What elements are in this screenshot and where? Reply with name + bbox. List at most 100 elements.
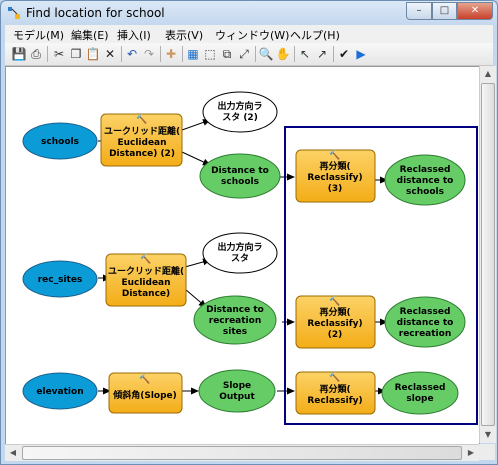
- minimize-button[interactable]: –: [406, 2, 432, 20]
- scroll-down-icon[interactable]: ▼: [480, 427, 496, 443]
- tool-label: 再分類(: [319, 160, 350, 172]
- derived-label: スタ: [231, 252, 249, 264]
- menu-view[interactable]: 表示(V): [165, 27, 203, 43]
- add-data-icon[interactable]: ✚: [163, 46, 179, 62]
- menu-window[interactable]: ウィンドウ(W): [215, 27, 289, 43]
- output-label: slope: [406, 394, 433, 404]
- connector: [184, 288, 207, 308]
- tool-label: ユークリッド距離(: [108, 265, 184, 277]
- output-label: Reclassed: [400, 307, 451, 317]
- toolbar-separator: [255, 46, 256, 62]
- toolbar-separator: [47, 46, 48, 62]
- derived-output-direction-2[interactable]: 出力方向ラ スタ (2): [202, 91, 278, 133]
- close-button[interactable]: ✕: [457, 2, 493, 20]
- tool-label: ユークリッド距離(: [104, 125, 180, 137]
- hammer-icon: 🔨: [329, 149, 340, 161]
- toolbar-separator: [182, 46, 183, 62]
- window-title: Find location for school: [26, 6, 165, 20]
- run-icon[interactable]: ▶: [353, 46, 369, 62]
- output-label: Distance to: [211, 166, 269, 176]
- hammer-icon: 🔨: [329, 371, 340, 383]
- cut-icon[interactable]: ✂: [51, 46, 67, 62]
- delete-icon[interactable]: ✕: [102, 46, 118, 62]
- tool-label: Reclassify): [307, 319, 362, 329]
- derived-label: 出力方向ラ: [217, 100, 262, 112]
- toolbar-separator: [121, 46, 122, 62]
- output-reclassed-distance-to-recreation[interactable]: Reclassed distance to recreation: [384, 296, 466, 348]
- tool-label: Euclidean: [117, 138, 166, 148]
- output-label: distance to: [397, 318, 454, 328]
- scroll-thumb[interactable]: [22, 446, 462, 460]
- validate-icon[interactable]: ✔: [336, 46, 352, 62]
- tool-label: 傾斜角(Slope): [112, 389, 177, 401]
- paste-icon[interactable]: 📋: [85, 46, 101, 62]
- tool-label: Distance): [122, 289, 170, 299]
- input-label: schools: [41, 137, 79, 147]
- derived-output-direction[interactable]: 出力方向ラ スタ: [202, 232, 278, 274]
- tool-label: (2): [328, 330, 343, 340]
- output-label: sites: [223, 327, 247, 337]
- fixed-zoom-in-icon[interactable]: ⧉: [219, 46, 235, 62]
- menu-bar: モデル(M) 編集(E) 挿入(I) 表示(V) ウィンドウ(W) ヘルプ(H): [5, 25, 493, 43]
- tool-euclidean-distance-2[interactable]: 🔨 ユークリッド距離( Euclidean Distance) (2): [100, 113, 183, 167]
- application-window: Find location for school – □ ✕ モデル(M) 編集…: [0, 0, 498, 465]
- tool-reclassify-3[interactable]: 🔨 再分類( Reclassify) (3): [295, 149, 376, 203]
- output-reclassed-distance-to-schools[interactable]: Reclassed distance to schools: [384, 154, 466, 206]
- title-bar[interactable]: Find location for school – □ ✕: [1, 1, 497, 25]
- select-icon[interactable]: ↖: [297, 46, 313, 62]
- toolbar: 💾 ⎙ ✂ ❐ 📋 ✕ ↶ ↷ ✚ ▦ ⬚ ⧉ ⤢ 🔍 ✋ ↖ ↗ ✔ ▶: [5, 43, 493, 66]
- output-reclassed-slope[interactable]: Reclassed slope: [381, 371, 459, 415]
- scroll-right-icon[interactable]: ▶: [463, 445, 479, 461]
- scroll-thumb[interactable]: [481, 83, 495, 426]
- output-label: recreation: [399, 329, 451, 339]
- tool-label: Reclassify): [307, 396, 362, 406]
- tool-reclassify-2[interactable]: 🔨 再分類( Reclassify) (2): [295, 295, 376, 349]
- derived-label: 出力方向ラ: [217, 241, 262, 253]
- output-distance-to-schools[interactable]: Distance to schools: [199, 153, 281, 199]
- menu-help[interactable]: ヘルプ(H): [290, 27, 340, 43]
- pan-icon[interactable]: ✋: [275, 46, 291, 62]
- tool-reclassify[interactable]: 🔨 再分類( Reclassify): [295, 371, 376, 415]
- model-icon: [8, 7, 20, 19]
- vertical-scrollbar[interactable]: ▲ ▼: [479, 66, 496, 443]
- hammer-icon: 🔨: [329, 295, 340, 307]
- tool-euclidean-distance[interactable]: 🔨 ユークリッド距離( Euclidean Distance): [105, 253, 187, 307]
- output-label: Output: [219, 392, 255, 402]
- menu-insert[interactable]: 挿入(I): [117, 27, 151, 43]
- input-schools[interactable]: schools: [22, 122, 98, 160]
- model-diagram: schools rec_sites elevation 🔨 ユークリッド距離( …: [22, 91, 478, 425]
- connector: [181, 151, 211, 166]
- model-canvas[interactable]: schools rec_sites elevation 🔨 ユークリッド距離( …: [5, 66, 480, 445]
- scroll-up-icon[interactable]: ▲: [480, 66, 496, 82]
- horizontal-scrollbar[interactable]: ◀ ▶: [5, 444, 479, 461]
- tool-slope[interactable]: 🔨 傾斜角(Slope): [108, 372, 183, 414]
- hammer-icon: 🔨: [140, 253, 151, 265]
- output-slope[interactable]: Slope Output: [198, 369, 276, 413]
- undo-icon[interactable]: ↶: [124, 46, 140, 62]
- resize-grip[interactable]: [479, 444, 495, 460]
- auto-layout-icon[interactable]: ▦: [185, 46, 201, 62]
- toolbar-separator: [333, 46, 334, 62]
- tool-label: 再分類(: [319, 306, 350, 318]
- output-label: Reclassed: [400, 165, 451, 175]
- zoom-icon[interactable]: 🔍: [258, 46, 274, 62]
- output-label: schools: [221, 177, 259, 187]
- fixed-zoom-out-icon[interactable]: ⤢: [236, 46, 252, 62]
- connect-icon[interactable]: ↗: [314, 46, 330, 62]
- menu-edit[interactable]: 編集(E): [71, 27, 109, 43]
- input-elevation[interactable]: elevation: [22, 372, 98, 410]
- maximize-button[interactable]: □: [432, 2, 457, 20]
- toolbar-separator: [160, 46, 161, 62]
- copy-icon[interactable]: ❐: [68, 46, 84, 62]
- scroll-left-icon[interactable]: ◀: [5, 445, 21, 461]
- save-icon[interactable]: 💾: [11, 46, 27, 62]
- print-icon[interactable]: ⎙: [28, 46, 44, 62]
- output-distance-to-recreation[interactable]: Distance to recreation sites: [193, 295, 277, 345]
- menu-model[interactable]: モデル(M): [13, 27, 64, 43]
- redo-icon[interactable]: ↷: [141, 46, 157, 62]
- tool-label: Distance) (2): [109, 149, 175, 159]
- tool-label: 再分類(: [319, 383, 350, 395]
- input-rec-sites[interactable]: rec_sites: [22, 260, 98, 298]
- full-extent-icon[interactable]: ⬚: [202, 46, 218, 62]
- output-label: schools: [406, 187, 444, 197]
